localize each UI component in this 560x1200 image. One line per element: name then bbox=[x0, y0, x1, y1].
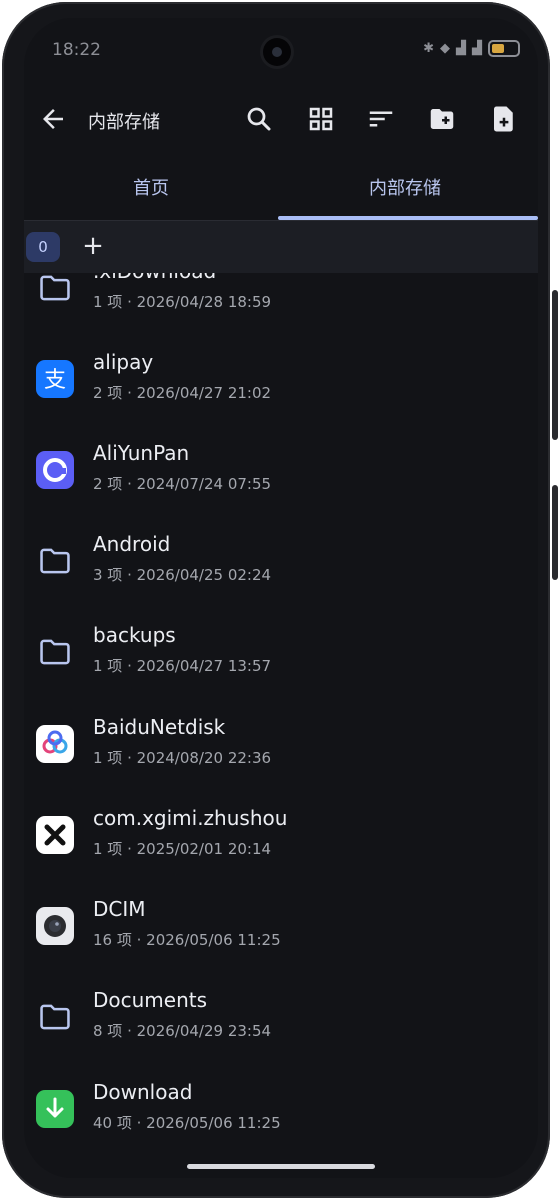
list-item[interactable]: DCIM 16 项 · 2026/05/06 11:25 bbox=[24, 885, 538, 975]
file-name: BaiduNetdisk bbox=[93, 715, 226, 739]
back-arrow-icon[interactable] bbox=[38, 104, 68, 134]
list-item[interactable]: BaiduNetdisk 1 项 · 2024/08/20 22:36 bbox=[24, 703, 538, 793]
bluetooth-icon: ✱ bbox=[423, 41, 434, 56]
new-folder-icon[interactable] bbox=[427, 104, 457, 134]
aliyunpan-app-icon bbox=[36, 451, 74, 489]
file-name: backups bbox=[93, 623, 176, 647]
alipay-app-icon: 支 bbox=[36, 360, 74, 398]
tab-home[interactable]: 首页 bbox=[24, 158, 278, 220]
battery-icon bbox=[488, 40, 520, 57]
sort-icon[interactable] bbox=[366, 104, 396, 134]
file-name: DCIM bbox=[93, 897, 146, 921]
download-app-icon bbox=[36, 1090, 74, 1128]
front-camera bbox=[263, 38, 291, 66]
svg-text:支: 支 bbox=[44, 368, 66, 393]
path-chip[interactable]: 0 bbox=[26, 232, 60, 262]
baidu-netdisk-app-icon bbox=[36, 725, 74, 763]
file-meta: 1 项 · 2026/04/28 18:59 bbox=[93, 293, 272, 311]
file-name: Android bbox=[93, 532, 171, 556]
list-item[interactable]: Download 40 项 · 2026/05/06 11:25 bbox=[24, 1068, 538, 1158]
xgimi-app-icon bbox=[36, 816, 74, 854]
folder-icon bbox=[36, 273, 74, 307]
new-file-icon[interactable] bbox=[489, 104, 519, 134]
file-meta: 3 项 · 2026/04/25 02:24 bbox=[93, 566, 272, 584]
add-path-button[interactable]: + bbox=[78, 228, 108, 264]
file-name: Download bbox=[93, 1080, 193, 1104]
status-icons: ✱ ◆ ▟ ▟ bbox=[423, 40, 520, 57]
file-meta: 16 项 · 2026/05/06 11:25 bbox=[93, 931, 281, 949]
list-item[interactable]: .xlDownload 1 项 · 2026/04/28 18:59 bbox=[24, 273, 538, 337]
tab-bar: 首页 内部存储 bbox=[24, 158, 538, 221]
path-bar: 0 + bbox=[24, 221, 538, 273]
volume-button bbox=[552, 290, 558, 440]
folder-icon bbox=[36, 998, 74, 1036]
search-icon[interactable] bbox=[244, 104, 274, 134]
list-item[interactable]: 支 alipay 2 项 · 2026/04/27 21:02 bbox=[24, 338, 538, 428]
power-button bbox=[552, 485, 558, 580]
grid-view-icon[interactable] bbox=[306, 104, 336, 134]
screen: 18:22 ✱ ◆ ▟ ▟ 内部存储 首页 内部存储 0 + 1 项 · 202… bbox=[24, 18, 538, 1178]
toolbar: 内部存储 bbox=[24, 90, 538, 150]
wifi-icon: ◆ bbox=[440, 41, 450, 56]
tab-internal-storage[interactable]: 内部存储 bbox=[278, 158, 532, 220]
list-item[interactable]: Documents 8 项 · 2026/04/29 23:54 bbox=[24, 976, 538, 1066]
file-name: com.xgimi.zhushou bbox=[93, 806, 288, 830]
list-item[interactable]: com.xgimi.zhushou 1 项 · 2025/02/01 20:14 bbox=[24, 794, 538, 884]
file-list: .xlDownload 1 项 · 2026/04/28 18:59 支 ali… bbox=[24, 273, 538, 1178]
camera-app-icon bbox=[36, 907, 74, 945]
home-indicator[interactable] bbox=[187, 1164, 375, 1169]
file-meta: 2 项 · 2026/04/27 21:02 bbox=[93, 384, 272, 402]
tab-selected-indicator bbox=[278, 216, 538, 220]
folder-icon bbox=[36, 633, 74, 671]
folder-icon bbox=[36, 542, 74, 580]
file-name: AliYunPan bbox=[93, 441, 190, 465]
list-item[interactable]: Android 3 项 · 2026/04/25 02:24 bbox=[24, 520, 538, 610]
file-meta: 1 项 · 2025/02/01 20:14 bbox=[93, 840, 272, 858]
status-time: 18:22 bbox=[52, 40, 101, 60]
list-item[interactable]: backups 1 项 · 2026/04/27 13:57 bbox=[24, 611, 538, 701]
signal-icon: ▟ bbox=[456, 41, 466, 56]
file-meta: 1 项 · 2024/08/20 22:36 bbox=[93, 749, 272, 767]
file-meta: 1 项 · 2026/04/27 13:57 bbox=[93, 657, 272, 675]
page-title: 内部存储 bbox=[88, 112, 160, 133]
file-meta: 8 项 · 2026/04/29 23:54 bbox=[93, 1022, 272, 1040]
status-bar: 18:22 ✱ ◆ ▟ ▟ bbox=[24, 18, 538, 82]
file-name: .xlDownload bbox=[93, 273, 216, 283]
file-name: Documents bbox=[93, 988, 208, 1012]
file-meta: 2 项 · 2024/07/24 07:55 bbox=[93, 475, 272, 493]
list-item[interactable]: AliYunPan 2 项 · 2024/07/24 07:55 bbox=[24, 429, 538, 519]
file-name: alipay bbox=[93, 350, 154, 374]
signal-icon: ▟ bbox=[472, 41, 482, 56]
file-meta: 40 项 · 2026/05/06 11:25 bbox=[93, 1114, 281, 1132]
